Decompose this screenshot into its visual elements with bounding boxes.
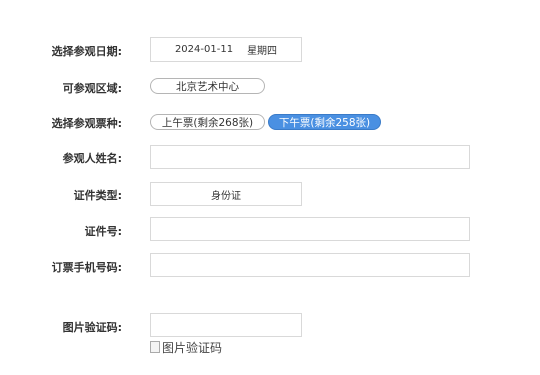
area-option-beijing-art-center[interactable]: 北京艺术中心 [150,78,265,94]
id-number-input[interactable] [150,217,470,241]
visit-date-field[interactable]: 2024-01-11 星期四 [150,37,302,62]
visitor-name-input[interactable] [150,145,470,169]
ticket-type-label: 选择参观票种: [51,117,122,130]
id-number-label: 证件号: [84,225,122,238]
phone-input[interactable] [150,253,470,277]
visitor-name-label: 参观人姓名: [62,152,122,165]
visit-date-weekday: 星期四 [247,46,278,57]
id-type-label: 证件类型: [73,189,122,202]
area-label: 可参观区域: [62,82,122,95]
ticket-option-afternoon[interactable]: 下午票(剩余258张) [268,114,381,130]
visit-date-label: 选择参观日期: [51,45,122,58]
ticket-option-morning[interactable]: 上午票(剩余268张) [150,114,265,130]
captcha-input[interactable] [150,313,302,337]
broken-image-icon [150,341,160,353]
captcha-label: 图片验证码: [62,321,122,334]
visit-date-value: 2024-01-11 [174,44,234,55]
phone-label: 订票手机号码: [51,261,122,274]
captcha-image-alt: 图片验证码 [162,341,223,355]
captcha-image[interactable]: 图片验证码 [150,337,230,359]
id-type-select[interactable]: 身份证 [150,182,302,206]
